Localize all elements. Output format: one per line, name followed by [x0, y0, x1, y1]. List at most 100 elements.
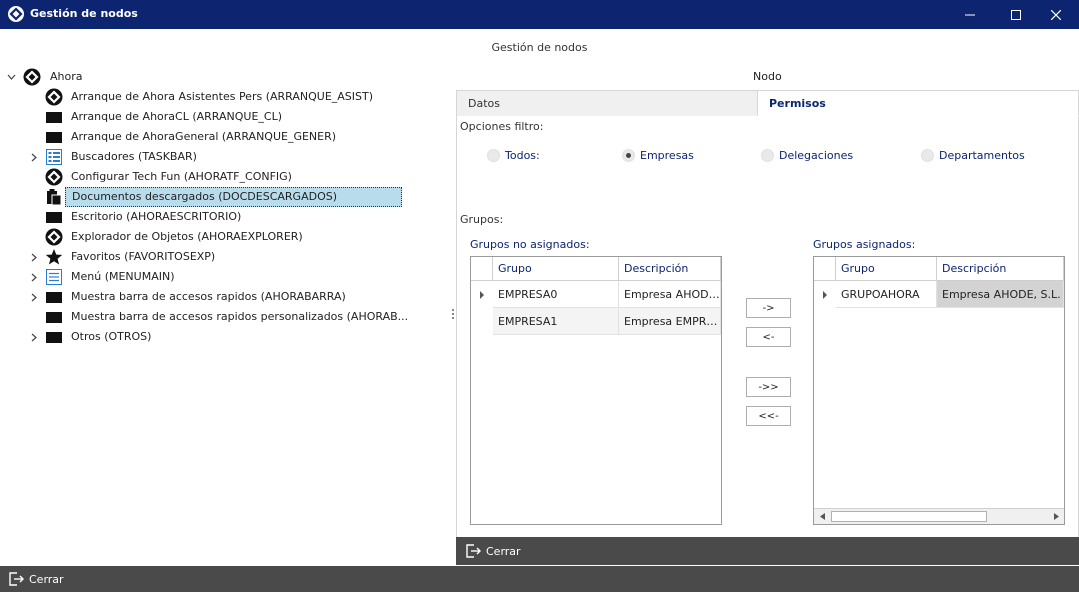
remove-all-groups-button[interactable]: <<-: [746, 406, 791, 426]
folder-icon: [45, 128, 63, 146]
folder-icon: [45, 328, 63, 346]
tree-item-label: Escritorio (AHORAESCRITORIO): [71, 210, 242, 223]
clipboard-icon: [45, 188, 63, 206]
add-group-button[interactable]: ->: [746, 298, 791, 318]
tree-item[interactable]: Favoritos (FAVORITOSEXP): [0, 247, 450, 267]
column-header-grupo[interactable]: Grupo: [836, 257, 937, 281]
node-tree[interactable]: Ahora Arranque de Ahora Asistentes Pers …: [0, 66, 450, 566]
minimize-button[interactable]: [947, 0, 993, 29]
tree-item[interactable]: Buscadores (TASKBAR): [0, 147, 450, 167]
cell-descripcion[interactable]: Empresa AHODE, S.L.: [619, 281, 721, 308]
cell-grupo[interactable]: GRUPOAHORA: [836, 281, 937, 308]
close-icon: [1051, 9, 1061, 20]
splitter-grip[interactable]: [452, 309, 455, 323]
tree-item-label: Muestra barra de accesos rapidos persona…: [71, 310, 409, 323]
table-row[interactable]: GRUPOAHORA Empresa AHODE, S.L.: [814, 281, 1064, 308]
panel-close-button[interactable]: Cerrar: [456, 537, 1079, 565]
grid-header: Grupo Descripción: [471, 257, 721, 281]
grid-header: Grupo Descripción: [814, 257, 1064, 281]
tree-item-label: Documentos descargados (DOCDESCARGADOS): [65, 187, 402, 207]
list-icon: [45, 148, 63, 166]
radio-delegaciones[interactable]: Delegaciones: [761, 147, 853, 163]
radio-circle-checked: [622, 148, 635, 162]
form-caption: Gestión de nodos: [491, 41, 588, 54]
folder-icon: [45, 288, 63, 306]
tree-item-label: Arranque de AhoraGeneral (ARRANQUE_GENER…: [71, 130, 337, 143]
tree-item-label: Buscadores (TASKBAR): [71, 150, 197, 163]
chevron-right-icon[interactable]: [28, 151, 40, 163]
title-bar: Gestión de nodos: [0, 0, 1079, 29]
menu-icon: [45, 268, 63, 286]
cell-grupo[interactable]: EMPRESA1: [493, 308, 619, 335]
chevron-right-icon[interactable]: [28, 291, 40, 303]
table-row[interactable]: EMPRESA0 Empresa AHODE, S.L.: [471, 281, 721, 308]
tree-item-label: Menú (MENUMAIN): [71, 270, 175, 283]
tree-item[interactable]: Arranque de AhoraCL (ARRANQUE_CL): [0, 107, 450, 127]
node-tabs: Datos Permisos: [456, 90, 1079, 116]
window-close-button[interactable]: Cerrar: [0, 566, 1079, 592]
chevron-right-icon[interactable]: [28, 271, 40, 283]
filter-options-label: Opciones filtro:: [460, 120, 544, 133]
chevron-down-icon[interactable]: [5, 71, 17, 83]
tree-item[interactable]: Arranque de AhoraGeneral (ARRANQUE_GENER…: [0, 127, 450, 147]
tree-item-label: Otros (OTROS): [71, 330, 152, 343]
tree-item[interactable]: Escritorio (AHORAESCRITORIO): [0, 207, 450, 227]
add-all-groups-button[interactable]: ->>: [746, 377, 791, 397]
radio-delegaciones-label: Delegaciones: [779, 148, 854, 162]
tree-item-label: Configurar Tech Fun (AHORATF_CONFIG): [71, 170, 292, 183]
assigned-groups-grid[interactable]: Grupo Descripción GRUPOAHORA Empresa AHO…: [813, 256, 1065, 525]
radio-circle: [487, 148, 500, 162]
maximize-icon: [1011, 9, 1021, 20]
chevron-right-icon[interactable]: [28, 251, 40, 263]
scrollbar-thumb[interactable]: [831, 511, 987, 522]
window-close-label: Cerrar: [29, 572, 64, 586]
ahora-logo-icon: [45, 228, 63, 246]
horizontal-scrollbar[interactable]: [814, 508, 1064, 524]
ahora-logo-icon: [23, 68, 41, 86]
ahora-logo-icon: [45, 88, 63, 106]
radio-empresas[interactable]: Empresas: [622, 147, 694, 163]
tree-root[interactable]: Ahora: [0, 67, 450, 87]
tree-item[interactable]: Muestra barra de accesos rapidos (AHORAB…: [0, 287, 450, 307]
scroll-right-icon[interactable]: [1048, 509, 1064, 524]
column-header-descripcion[interactable]: Descripción: [619, 257, 721, 281]
tree-item[interactable]: Configurar Tech Fun (AHORATF_CONFIG): [0, 167, 450, 187]
tree-item[interactable]: Explorador de Objetos (AHORAEXPLORER): [0, 227, 450, 247]
tree-item-label: Muestra barra de accesos rapidos (AHORAB…: [71, 290, 346, 303]
tree-item[interactable]: Menú (MENUMAIN): [0, 267, 450, 287]
scroll-left-icon[interactable]: [814, 509, 830, 524]
unassigned-groups-title: Grupos no asignados:: [470, 238, 590, 251]
tree-item[interactable]: Muestra barra de accesos rapidos persona…: [0, 307, 450, 327]
row-indicator-icon: [471, 281, 493, 308]
row-indicator-icon: [814, 281, 836, 308]
column-header-descripcion[interactable]: Descripción: [937, 257, 1064, 281]
cell-descripcion[interactable]: Empresa EMPRESA1: [619, 308, 721, 335]
cell-grupo[interactable]: EMPRESA0: [493, 281, 619, 308]
unassigned-groups-grid[interactable]: Grupo Descripción EMPRESA0 Empresa AHODE…: [470, 256, 722, 525]
cell-descripcion[interactable]: Empresa AHODE, S.L.: [937, 281, 1064, 308]
tab-permisos[interactable]: Permisos: [757, 90, 1079, 116]
tree-root-label: Ahora: [50, 70, 83, 83]
radio-todos-label: Todos:: [505, 148, 540, 162]
radio-departamentos-label: Departamentos: [939, 148, 1025, 162]
chevron-right-icon[interactable]: [28, 331, 40, 343]
remove-group-button[interactable]: <-: [746, 327, 791, 347]
radio-todos[interactable]: Todos:: [487, 147, 540, 163]
radio-empresas-label: Empresas: [640, 148, 694, 162]
tree-item[interactable]: Arranque de Ahora Asistentes Pers (ARRAN…: [0, 87, 450, 107]
exit-icon: [7, 570, 25, 588]
table-row[interactable]: EMPRESA1 Empresa EMPRESA1: [471, 308, 721, 335]
tree-item[interactable]: Otros (OTROS): [0, 327, 450, 347]
radio-circle: [921, 148, 934, 162]
column-header-grupo[interactable]: Grupo: [493, 257, 619, 281]
radio-departamentos[interactable]: Departamentos: [921, 147, 1025, 163]
folder-icon: [45, 208, 63, 226]
panel-close-label: Cerrar: [486, 544, 521, 558]
node-management-window: Gestión de nodos Gestión de nodos Ahora …: [0, 0, 1079, 592]
tree-item-label: Arranque de Ahora Asistentes Pers (ARRAN…: [71, 90, 374, 103]
close-window-button[interactable]: [1033, 0, 1079, 29]
tab-datos[interactable]: Datos: [456, 90, 758, 116]
star-icon: [45, 248, 63, 266]
tree-item[interactable]: Documentos descargados (DOCDESCARGADOS): [0, 187, 450, 207]
ahora-logo-icon: [8, 6, 24, 22]
